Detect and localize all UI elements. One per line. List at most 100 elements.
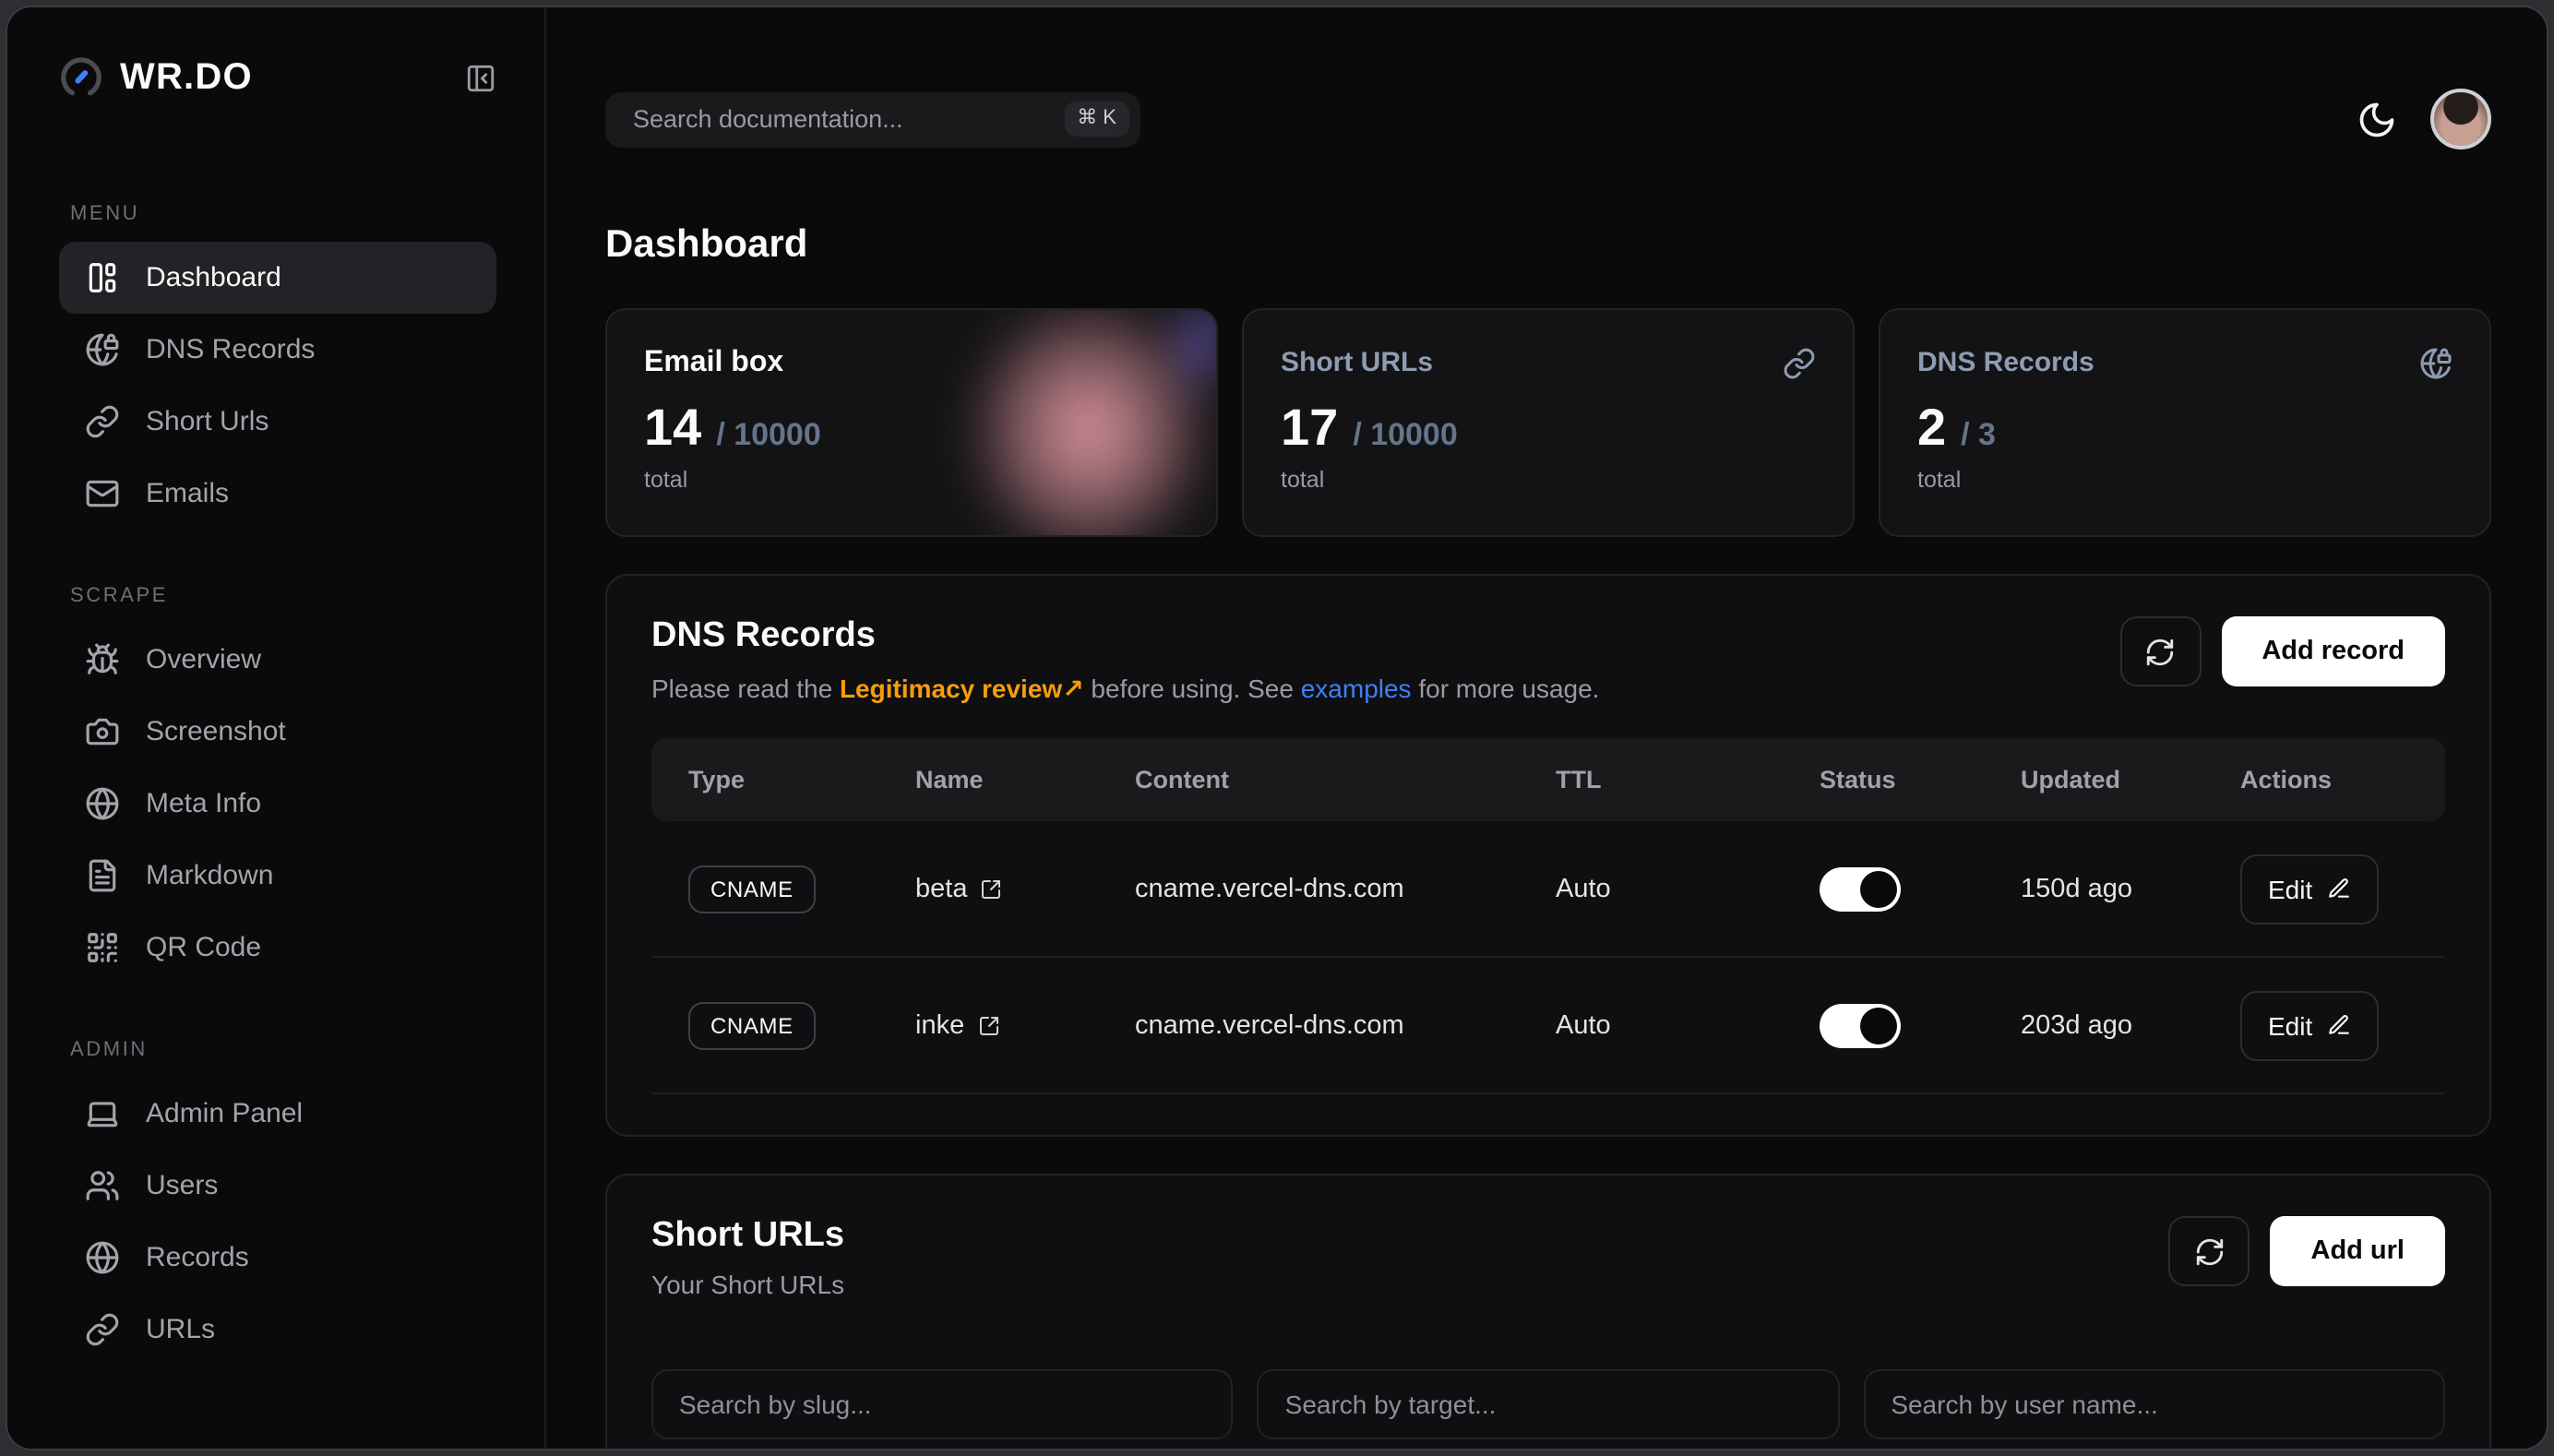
record-ttl: Auto	[1519, 1010, 1783, 1040]
status-toggle[interactable]	[1820, 1003, 1901, 1047]
sidebar-item-label: Meta Info	[146, 788, 261, 819]
refresh-icon	[2144, 636, 2176, 667]
stat-caption: total	[1281, 467, 1816, 493]
sidebar-item-markdown[interactable]: Markdown	[59, 840, 496, 912]
nav-group-menu: MENU Dashboard	[59, 203, 496, 530]
sidebar-item-emails[interactable]: Emails	[59, 458, 496, 530]
search-by-user-name-input[interactable]	[1863, 1369, 2445, 1439]
record-name-link[interactable]: inke	[878, 1010, 1098, 1040]
panel-left-close-icon	[465, 62, 496, 93]
sidebar-item-admin-panel[interactable]: Admin Panel	[59, 1078, 496, 1150]
desc-text: before using. See	[1084, 674, 1301, 703]
stat-value: 14	[644, 402, 701, 454]
moon-icon	[2357, 99, 2397, 139]
record-name-link[interactable]: beta	[878, 874, 1098, 903]
stat-value: 2	[1917, 402, 1946, 454]
add-url-button[interactable]: Add url	[2271, 1216, 2446, 1286]
sidebar-item-label: Markdown	[146, 860, 273, 891]
stat-limit: / 3	[1961, 417, 1996, 454]
sidebar-item-qr-code[interactable]: QR Code	[59, 912, 496, 984]
legitimacy-review-link[interactable]: Legitimacy review	[840, 674, 1062, 703]
theme-toggle-button[interactable]	[2357, 99, 2397, 139]
col-header-actions: Actions	[2203, 766, 2445, 794]
brand[interactable]: WR.DO	[59, 55, 253, 100]
edit-record-button[interactable]: Edit	[2240, 853, 2379, 924]
shortcut-badge: ⌘ K	[1064, 101, 1129, 137]
sidebar-collapse-button[interactable]	[465, 62, 496, 93]
dns-records-panel: DNS Records Please read the Legitimacy r…	[605, 574, 2491, 1137]
stat-card-title: Email box	[644, 347, 783, 380]
sidebar-item-label: Short Urls	[146, 406, 269, 437]
urls-panel-actions: Add url	[2169, 1216, 2446, 1286]
topbar: ⌘ K	[605, 89, 2491, 149]
table-row: CNAME inke cname.vercel-dns.com Auto	[651, 958, 2445, 1094]
sidebar-item-label: URLs	[146, 1314, 215, 1345]
record-name: inke	[915, 1010, 964, 1040]
record-type-badge: CNAME	[688, 1001, 816, 1049]
dns-panel-actions: Add record	[2119, 616, 2445, 686]
col-header-name: Name	[878, 766, 1098, 794]
laptop-icon	[85, 1096, 120, 1131]
sidebar-item-records[interactable]: Records	[59, 1222, 496, 1294]
sidebar-item-label: Admin Panel	[146, 1098, 303, 1129]
sidebar-item-dns-records[interactable]: DNS Records	[59, 314, 496, 386]
link-icon	[85, 404, 120, 439]
doc-search[interactable]: ⌘ K	[605, 91, 1140, 147]
status-toggle[interactable]	[1820, 866, 1901, 911]
url-filters	[651, 1369, 2445, 1439]
record-updated: 150d ago	[1984, 874, 2203, 903]
refresh-button[interactable]	[2119, 616, 2201, 686]
external-link-icon	[980, 877, 1002, 900]
user-avatar[interactable]	[2430, 89, 2491, 149]
users-icon	[85, 1168, 120, 1203]
dns-panel-description: Please read the Legitimacy review↗ befor…	[651, 674, 1599, 705]
edit-label: Edit	[2268, 1010, 2312, 1040]
dns-panel-heading: DNS Records Please read the Legitimacy r…	[651, 616, 1599, 705]
search-by-slug-input[interactable]	[651, 1369, 1234, 1439]
stat-card-title: Short URLs	[1281, 347, 1433, 378]
sidebar-nav: MENU Dashboard	[59, 203, 496, 1366]
sidebar-item-label: Users	[146, 1170, 218, 1201]
record-content: cname.vercel-dns.com	[1098, 1010, 1519, 1040]
link-icon	[1783, 347, 1816, 380]
col-header-content: Content	[1098, 766, 1519, 794]
record-updated: 203d ago	[1984, 1010, 2203, 1040]
record-name: beta	[915, 874, 967, 903]
sidebar-item-dashboard[interactable]: Dashboard	[59, 242, 496, 314]
external-link-icon	[977, 1014, 999, 1036]
table-row: CNAME beta cname.vercel-dns.com Auto	[651, 821, 2445, 958]
sidebar-item-overview[interactable]: Overview	[59, 624, 496, 696]
nav-section-label: SCRAPE	[70, 585, 485, 607]
examples-link[interactable]: examples	[1301, 674, 1412, 703]
desc-text: Please read the	[651, 674, 840, 703]
record-content: cname.vercel-dns.com	[1098, 874, 1519, 903]
mail-icon	[85, 476, 120, 511]
doc-search-input[interactable]	[629, 103, 1049, 135]
sidebar-item-label: Overview	[146, 644, 261, 675]
sidebar-item-screenshot[interactable]: Screenshot	[59, 696, 496, 768]
sidebar-item-users[interactable]: Users	[59, 1150, 496, 1222]
sidebar-item-urls[interactable]: URLs	[59, 1294, 496, 1366]
edit-record-button[interactable]: Edit	[2240, 990, 2379, 1060]
search-by-target-input[interactable]	[1258, 1369, 1840, 1439]
pen-line-icon	[2327, 1013, 2351, 1037]
add-record-button[interactable]: Add record	[2221, 616, 2445, 686]
globe-lock-icon	[85, 332, 120, 367]
table-header-row: Type Name Content TTL Status Updated Act…	[651, 738, 2445, 821]
nav-section-label: MENU	[70, 203, 485, 225]
stat-card-email-box: Email box 14 / 10000 total	[605, 308, 1218, 537]
col-header-updated: Updated	[1984, 766, 2203, 794]
refresh-button[interactable]	[2169, 1216, 2250, 1286]
file-text-icon	[85, 858, 120, 893]
sidebar-item-meta-info[interactable]: Meta Info	[59, 768, 496, 840]
record-ttl: Auto	[1519, 874, 1783, 903]
page-title: Dashboard	[605, 223, 2491, 268]
sidebar-item-short-urls[interactable]: Short Urls	[59, 386, 496, 458]
dns-panel-title: DNS Records	[651, 616, 1599, 657]
col-header-ttl: TTL	[1519, 766, 1783, 794]
stat-limit: / 10000	[716, 417, 820, 454]
topbar-right	[2357, 89, 2491, 149]
nav-group-scrape: SCRAPE Overview	[59, 585, 496, 984]
nav-group-admin: ADMIN Admin Panel	[59, 1039, 496, 1366]
col-header-type: Type	[651, 766, 878, 794]
